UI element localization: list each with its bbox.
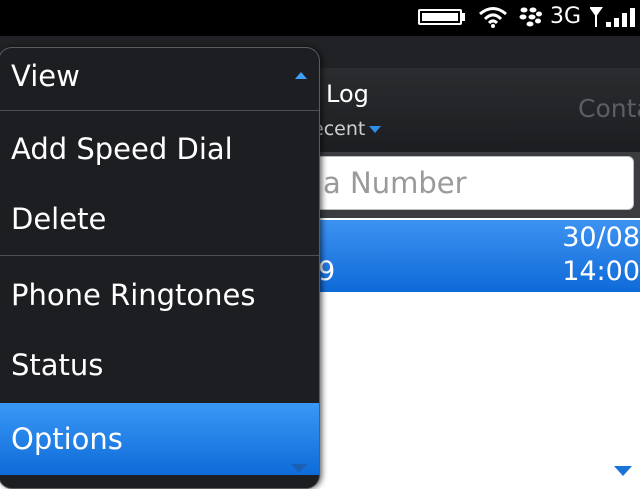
- dropdown-arrow-icon: [369, 126, 382, 133]
- menu-divider: [0, 255, 319, 256]
- context-menu: View Add Speed Dial Delete Phone Rington…: [0, 47, 320, 489]
- scroll-down-icon[interactable]: [614, 466, 632, 476]
- filter-dropdown[interactable]: ecent: [312, 118, 382, 140]
- battery-icon: [418, 9, 462, 25]
- call-log-date: 30/08: [562, 222, 640, 253]
- menu-item-phone-ringtones[interactable]: Phone Ringtones: [0, 260, 319, 330]
- status-bar: 3G: [0, 0, 640, 36]
- call-log-number: 9: [318, 256, 336, 287]
- menu-item-add-speed-dial[interactable]: Add Speed Dial: [0, 114, 319, 184]
- call-log-time: 14:00: [562, 256, 640, 287]
- wifi-icon: [479, 7, 507, 28]
- battery-tip: [462, 13, 465, 21]
- menu-item-options[interactable]: Options: [0, 403, 319, 475]
- menu-item-view[interactable]: View: [0, 56, 319, 110]
- blackberry-logo-icon: [519, 7, 542, 27]
- tab-log-title[interactable]: Log: [326, 80, 369, 108]
- menu-scroll-down-icon[interactable]: [291, 464, 307, 473]
- menu-item-delete[interactable]: Delete: [0, 184, 319, 254]
- menu-item-status[interactable]: Status: [0, 330, 319, 400]
- network-type: 3G: [550, 4, 582, 29]
- menu-divider: [0, 110, 319, 111]
- tab-contacts[interactable]: Conta: [578, 94, 640, 123]
- signal-strength-icon: [590, 7, 635, 27]
